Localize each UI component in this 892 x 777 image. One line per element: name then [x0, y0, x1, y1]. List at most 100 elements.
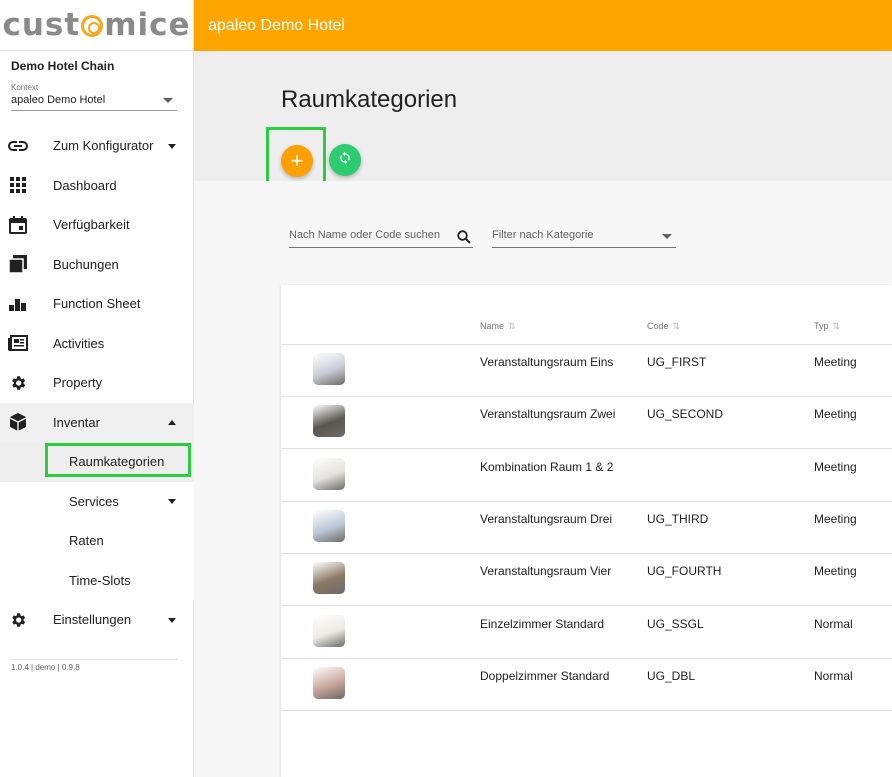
- name-cell: Veranstaltungsraum Zwei: [480, 407, 616, 422]
- type-cell: Meeting: [814, 564, 857, 579]
- context-select[interactable]: apaleo Demo Hotel: [11, 92, 177, 111]
- room-thumbnail: [313, 562, 345, 595]
- search-input[interactable]: [289, 221, 449, 241]
- sidebar-item-einstellungen[interactable]: Einstellungen: [0, 600, 194, 640]
- code-cell: UG_SECOND: [647, 407, 724, 422]
- main-content: Filter nach Kategorie Name⇅ Code⇅ Typ⇅ V…: [194, 181, 892, 777]
- column-header-name[interactable]: Name ⇅: [480, 321, 516, 332]
- sidebar-item-buchungen[interactable]: Buchungen: [0, 245, 194, 285]
- table-row[interactable]: Veranstaltungsraum Zwei UG_SECOND Meeting: [281, 397, 892, 450]
- sidebar-item-services[interactable]: Services: [0, 482, 194, 522]
- table-row[interactable]: Veranstaltungsraum Drei UG_THIRD Meeting: [281, 502, 892, 554]
- gear-icon: [8, 610, 28, 630]
- name-cell: Veranstaltungsraum Eins: [480, 355, 614, 369]
- sort-icon: ⇅: [672, 321, 681, 331]
- inventar-submenu: Raumkategorien Services Raten Time-Slots: [0, 442, 194, 600]
- name-cell: Einzelzimmer Standard: [480, 616, 605, 631]
- top-bar: apaleo Demo Hotel: [194, 0, 892, 51]
- hotel-title: apaleo Demo Hotel: [208, 16, 345, 34]
- sync-button[interactable]: [329, 144, 361, 176]
- version-text: 1.0.4 | demo | 0.9.8: [11, 663, 80, 672]
- sidebar-item-label: Einstellungen: [53, 612, 132, 628]
- category-filter-select[interactable]: Filter nach Kategorie: [492, 221, 676, 248]
- code-cell: UG_THIRD: [647, 511, 709, 526]
- sidebar-item-label: Verfügbarkeit: [53, 217, 130, 233]
- chevron-down-icon: [662, 234, 672, 239]
- room-thumbnail: [313, 614, 345, 647]
- sidebar-item-label: Inventar: [53, 414, 100, 430]
- sidebar-item-function-sheet[interactable]: Function Sheet: [0, 284, 194, 324]
- table-row[interactable]: Veranstaltungsraum Eins UG_FIRST Meeting: [281, 345, 892, 397]
- sidebar-item-label: Buchungen: [53, 256, 119, 272]
- chevron-up-icon: [168, 420, 176, 426]
- page-header: Raumkategorien +: [194, 51, 892, 191]
- filter-placeholder: Filter nach Kategorie: [492, 229, 594, 241]
- type-cell: Meeting: [814, 407, 857, 422]
- logo: cust mice: [0, 0, 193, 51]
- bar-chart-icon: [8, 294, 28, 314]
- chevron-down-icon: [168, 143, 176, 149]
- name-cell: Veranstaltungsraum Drei: [480, 511, 613, 526]
- sidebar-nav: Zum Konfigurator Dashboard Verfügbarkeit…: [0, 126, 194, 640]
- sidebar-item-label: Property: [53, 375, 103, 391]
- sort-icon: ⇅: [832, 321, 841, 331]
- search-icon[interactable]: [457, 230, 471, 249]
- page-title: Raumkategorien: [281, 86, 458, 113]
- sidebar-item-raumkategorien[interactable]: Raumkategorien: [0, 442, 194, 482]
- sidebar-item-label: Activities: [53, 335, 105, 351]
- newspaper-icon: [8, 333, 28, 353]
- gear-icon: [8, 373, 28, 393]
- divider: [10, 659, 178, 660]
- sidebar-item-label: Services: [69, 493, 119, 509]
- name-cell: Doppelzimmer Standard: [480, 668, 610, 683]
- column-header-code[interactable]: Code ⇅: [647, 321, 680, 332]
- room-thumbnail: [313, 457, 345, 490]
- context-label: Kontext: [11, 83, 39, 92]
- name-cell: Veranstaltungsraum Vier: [480, 564, 612, 579]
- room-thumbnail: [313, 666, 345, 699]
- cube-icon: [8, 412, 28, 432]
- room-thumbnail: [313, 353, 345, 385]
- type-cell: Normal: [814, 616, 853, 631]
- sidebar-item-inventar[interactable]: Inventar: [0, 402, 194, 442]
- room-thumbnail: [313, 405, 345, 438]
- column-header-type[interactable]: Typ ⇅: [814, 321, 840, 332]
- chevron-down-icon: [168, 499, 176, 505]
- table-row[interactable]: Doppelzimmer Standard UG_DBL Normal: [281, 659, 892, 711]
- sidebar-item-label: Time-Slots: [69, 572, 131, 588]
- logo-text: cust mice: [2, 7, 191, 43]
- type-cell: Meeting: [814, 355, 857, 369]
- sync-icon: [338, 151, 352, 170]
- code-cell: UG_DBL: [647, 668, 696, 683]
- table-row[interactable]: Kombination Raum 1 & 2 Meeting: [281, 450, 892, 502]
- sidebar-item-raten[interactable]: Raten: [0, 521, 194, 561]
- sidebar-item-label: Raumkategorien: [69, 454, 165, 470]
- code-cell: UG_FIRST: [647, 355, 707, 369]
- sidebar-item-time-slots[interactable]: Time-Slots: [0, 561, 194, 601]
- table-header: Name ⇅ Code ⇅ Typ ⇅: [281, 285, 892, 345]
- sidebar-item-dashboard[interactable]: Dashboard: [0, 166, 194, 206]
- chevron-down-icon: [163, 98, 173, 103]
- sidebar: cust mice Demo Hotel Chain Kontext apaleo…: [0, 0, 194, 777]
- sidebar-item-property[interactable]: Property: [0, 363, 194, 403]
- type-cell: Meeting: [814, 511, 857, 526]
- sidebar-item-label: Zum Konfigurator: [53, 138, 154, 154]
- table-row[interactable]: Veranstaltungsraum Vier UG_FOURTH Meeting: [281, 554, 892, 607]
- fingerprint-icon: [81, 15, 104, 37]
- search-field: [289, 221, 473, 248]
- sidebar-item-label: Function Sheet: [53, 296, 141, 312]
- sidebar-item-verfuegbarkeit[interactable]: Verfügbarkeit: [0, 205, 194, 245]
- link-icon: [8, 136, 28, 156]
- stack-icon: [8, 254, 28, 274]
- add-button[interactable]: +: [281, 145, 313, 177]
- org-name: Demo Hotel Chain: [11, 59, 115, 73]
- type-cell: Meeting: [814, 459, 857, 474]
- name-cell: Kombination Raum 1 & 2: [480, 459, 614, 474]
- chevron-down-icon: [168, 617, 176, 623]
- room-thumbnail: [313, 509, 345, 542]
- sidebar-item-zum-konfigurator[interactable]: Zum Konfigurator: [0, 126, 194, 166]
- table-row[interactable]: Einzelzimmer Standard UG_SSGL Normal: [281, 607, 892, 659]
- context-value: apaleo Demo Hotel: [11, 94, 106, 106]
- sidebar-item-label: Dashboard: [53, 177, 117, 193]
- sidebar-item-activities[interactable]: Activities: [0, 324, 194, 364]
